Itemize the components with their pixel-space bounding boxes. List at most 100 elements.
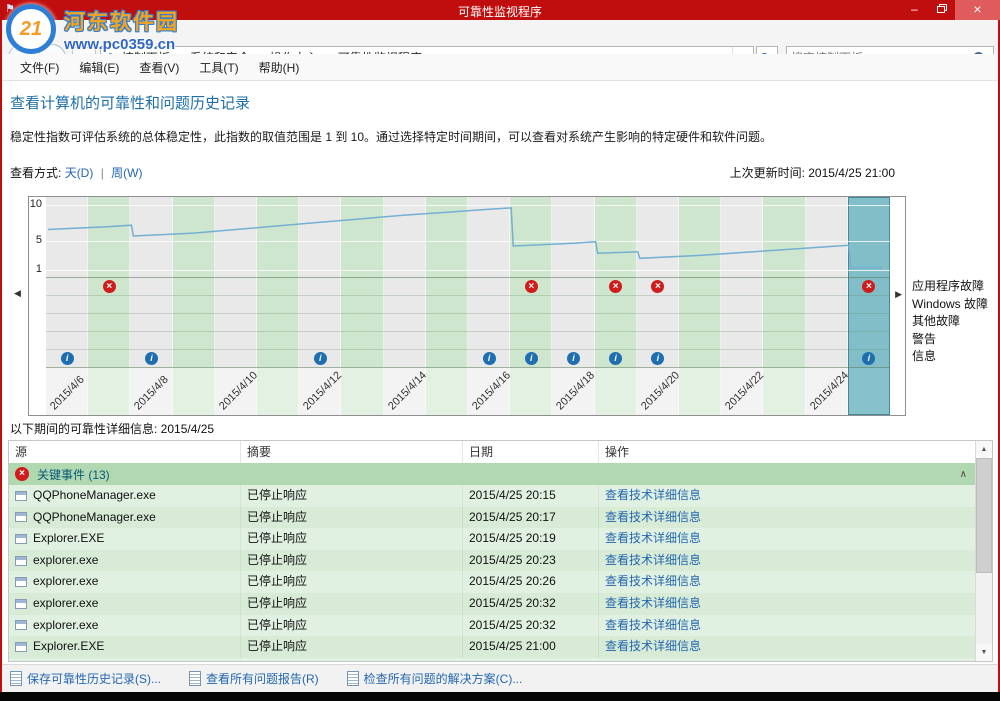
event-row[interactable]: explorer.exe已停止响应2015/4/25 20:23查看技术详细信息 [9, 550, 975, 572]
column-header-date[interactable]: 日期 [463, 441, 599, 463]
menu-help[interactable]: 帮助(H) [249, 55, 310, 80]
event-row[interactable]: QQPhoneManager.exe已停止响应2015/4/25 20:15查看… [9, 485, 975, 507]
view-technical-details-link[interactable]: 查看技术详细信息 [605, 488, 701, 502]
error-event-icon[interactable]: × [609, 280, 622, 293]
info-event-icon[interactable]: i [483, 352, 496, 365]
critical-events-group-row[interactable]: × 关键事件 (13) ∧ [9, 463, 975, 485]
column-header-action[interactable]: 操作 [599, 441, 975, 463]
view-technical-details-link[interactable]: 查看技术详细信息 [605, 574, 701, 588]
view-divider: | [97, 166, 108, 180]
event-action-cell: 查看技术详细信息 [599, 571, 975, 593]
view-all-problem-reports-link[interactable]: 查看所有问题报告(R) [189, 670, 319, 687]
event-date: 2015/4/25 20:15 [463, 485, 599, 507]
error-event-icon[interactable]: × [651, 280, 664, 293]
table-header: 源 摘要 日期 操作 [9, 441, 975, 464]
error-event-icon[interactable]: × [103, 280, 116, 293]
collapse-group-icon[interactable]: ∧ [960, 469, 967, 480]
table-scrollbar[interactable]: ▲ ▼ [975, 441, 992, 661]
error-event-icon[interactable]: × [525, 280, 538, 293]
row-separator [46, 349, 890, 350]
view-technical-details-link[interactable]: 查看技术详细信息 [605, 639, 701, 653]
event-action-cell: 查看技术详细信息 [599, 528, 975, 550]
view-technical-details-link[interactable]: 查看技术详细信息 [605, 618, 701, 632]
table-body: QQPhoneManager.exe已停止响应2015/4/25 20:15查看… [9, 485, 975, 661]
event-source: explorer.exe [33, 550, 98, 572]
event-row[interactable]: QQPhoneManager.exe已停止响应2015/4/25 20:17查看… [9, 507, 975, 529]
gridline [46, 270, 890, 271]
menu-file[interactable]: 文件(F) [10, 55, 69, 80]
window-border-left [0, 0, 2, 692]
event-row[interactable]: Explorer.EXE已停止响应2015/4/25 20:19查看技术详细信息 [9, 528, 975, 550]
selected-day-column[interactable] [848, 197, 890, 415]
application-icon [15, 620, 27, 630]
info-event-icon[interactable]: i [61, 352, 74, 365]
column-header-summary[interactable]: 摘要 [241, 441, 463, 463]
event-source: QQPhoneManager.exe [33, 485, 156, 507]
scroll-up-icon[interactable]: ▲ [976, 441, 992, 458]
details-table: 源 摘要 日期 操作 × 关键事件 (13) ∧ QQPhoneManager.… [8, 440, 993, 662]
event-summary: 已停止响应 [241, 550, 463, 572]
last-update-time: 上次更新时间: 2015/4/25 21:00 [730, 164, 895, 181]
menu-view[interactable]: 查看(V) [129, 55, 189, 80]
save-history-link[interactable]: 保存可靠性历史记录(S)... [10, 670, 161, 687]
chart-scroll-left-icon[interactable]: ◀ [14, 288, 21, 299]
event-source: Explorer.EXE [33, 636, 104, 658]
restore-button[interactable] [928, 0, 955, 20]
event-row[interactable]: explorer.exe已停止响应2015/4/25 20:32查看技术详细信息 [9, 615, 975, 637]
event-action-cell: 查看技术详细信息 [599, 636, 975, 658]
site-logo-text: 21 [20, 18, 42, 41]
chart-scroll-right-icon[interactable]: ▶ [895, 289, 902, 300]
info-event-icon[interactable]: i [651, 352, 664, 365]
chart-plot-area[interactable]: ×××××iiiiiiiii2015/4/62015/4/82015/4/102… [46, 197, 890, 415]
view-technical-details-link[interactable]: 查看技术详细信息 [605, 510, 701, 524]
info-event-icon[interactable]: i [567, 352, 580, 365]
row-separator [46, 313, 890, 314]
event-row[interactable]: explorer.exe已停止响应2015/4/25 20:32查看技术详细信息 [9, 593, 975, 615]
legend-misc-failures: 其他故障 [912, 313, 988, 331]
gridline [46, 241, 890, 242]
event-source-cell: QQPhoneManager.exe [9, 485, 241, 507]
view-technical-details-link[interactable]: 查看技术详细信息 [605, 596, 701, 610]
reliability-chart[interactable]: 1051 ×××××iiiiiiiii2015/4/62015/4/82015/… [28, 196, 906, 416]
info-event-icon[interactable]: i [145, 352, 158, 365]
menu-tools[interactable]: 工具(T) [189, 55, 248, 80]
event-action-cell: 查看技术详细信息 [599, 507, 975, 529]
view-by-day-link[interactable]: 天(D) [65, 166, 94, 180]
close-button[interactable]: × [955, 0, 1000, 20]
event-source-cell: Explorer.EXE [9, 528, 241, 550]
view-reports-label: 查看所有问题报告(R) [206, 670, 319, 687]
screenshot-bottom-strip [0, 692, 1000, 701]
group-label: 关键事件 (13) [37, 466, 110, 483]
row-separator [46, 367, 890, 368]
event-date: 2015/4/25 20:32 [463, 593, 599, 615]
minimize-button[interactable]: – [901, 0, 928, 20]
report-icon [189, 671, 201, 686]
info-event-icon[interactable]: i [862, 352, 875, 365]
error-event-icon[interactable]: × [862, 280, 875, 293]
event-row[interactable]: explorer.exe已停止响应2015/4/25 20:26查看技术详细信息 [9, 571, 975, 593]
view-technical-details-link[interactable]: 查看技术详细信息 [605, 531, 701, 545]
info-event-icon[interactable]: i [314, 352, 327, 365]
event-row[interactable]: Explorer.EXE已停止响应2015/4/25 21:00查看技术详细信息 [9, 636, 975, 658]
y-axis: 1051 [29, 197, 44, 415]
legend-windows-failures: Windows 故障 [912, 296, 988, 314]
scroll-down-icon[interactable]: ▼ [976, 644, 992, 661]
info-event-icon[interactable]: i [609, 352, 622, 365]
row-separator [46, 277, 890, 278]
view-technical-details-link[interactable]: 查看技术详细信息 [605, 553, 701, 567]
column-header-source[interactable]: 源 [9, 441, 241, 463]
event-action-cell: 查看技术详细信息 [599, 593, 975, 615]
menu-edit[interactable]: 编辑(E) [69, 55, 129, 80]
check-solutions-link[interactable]: 检查所有问题的解决方案(C)... [347, 670, 523, 687]
scrollbar-thumb[interactable] [976, 458, 992, 573]
event-source-cell: QQPhoneManager.exe [9, 507, 241, 529]
event-source-cell: explorer.exe [9, 550, 241, 572]
site-name: 河东软件园 [64, 6, 179, 36]
view-by-week-link[interactable]: 周(W) [111, 166, 142, 180]
info-event-icon[interactable]: i [525, 352, 538, 365]
y-axis-tick: 10 [29, 198, 42, 210]
y-axis-tick: 5 [29, 234, 42, 246]
gridline [46, 205, 890, 206]
event-source-cell: explorer.exe [9, 593, 241, 615]
site-url: www.pc0359.cn [64, 36, 179, 53]
